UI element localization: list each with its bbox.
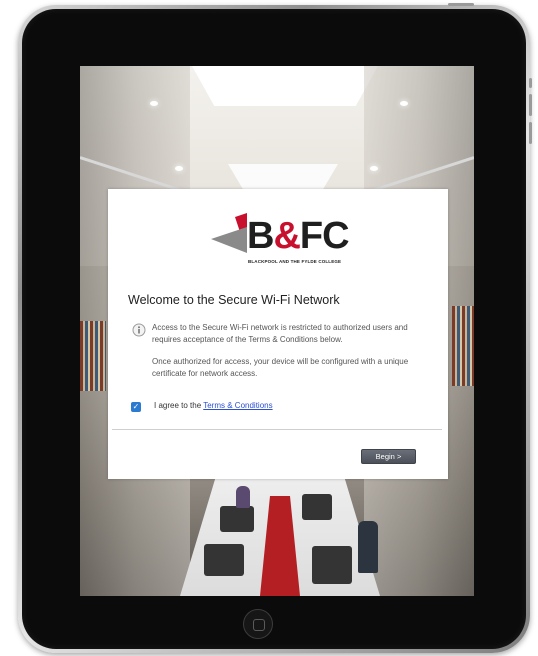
home-button[interactable]	[243, 609, 273, 639]
ceiling-light	[400, 101, 408, 106]
skylight	[192, 66, 378, 106]
agree-label: I agree to the Terms & Conditions	[154, 401, 273, 410]
sofa	[204, 544, 244, 576]
volume-button	[529, 94, 532, 116]
divider	[112, 429, 442, 430]
logo-letters: B&FC	[247, 215, 350, 257]
terms-link[interactable]: Terms & Conditions	[203, 401, 272, 410]
ceiling-light	[175, 166, 183, 171]
info-icon	[132, 323, 146, 337]
ceiling-light	[370, 166, 378, 171]
sofa	[302, 494, 332, 520]
skylight	[228, 164, 338, 190]
begin-button[interactable]: Begin >	[361, 449, 416, 464]
info-paragraph: Access to the Secure Wi-Fi network is re…	[152, 323, 408, 344]
person	[358, 521, 378, 573]
dialog-title: Welcome to the Secure Wi-Fi Network	[128, 293, 340, 307]
checkmark-icon: ✓	[132, 402, 140, 411]
person	[236, 486, 250, 508]
logo-subtitle: BLACKPOOL AND THE FYLDE COLLEGE	[248, 259, 342, 264]
bfc-logo: B&FC BLACKPOOL AND THE FYLDE COLLEGE	[211, 205, 351, 265]
volume-button	[529, 122, 532, 144]
logo-mark-icon	[211, 213, 247, 253]
sofa	[220, 506, 254, 532]
info-paragraph: Once authorized for access, your device …	[152, 357, 409, 378]
sleep-button	[448, 3, 474, 6]
sofa	[312, 546, 352, 584]
info-text: Access to the Secure Wi-Fi network is re…	[152, 322, 412, 390]
ceiling-light	[150, 101, 158, 106]
agree-checkbox[interactable]: ✓	[131, 402, 141, 412]
bookshelf	[80, 321, 106, 391]
welcome-dialog: B&FC BLACKPOOL AND THE FYLDE COLLEGE Wel…	[108, 189, 448, 479]
volume-button	[529, 78, 532, 88]
bookshelf	[452, 306, 474, 386]
